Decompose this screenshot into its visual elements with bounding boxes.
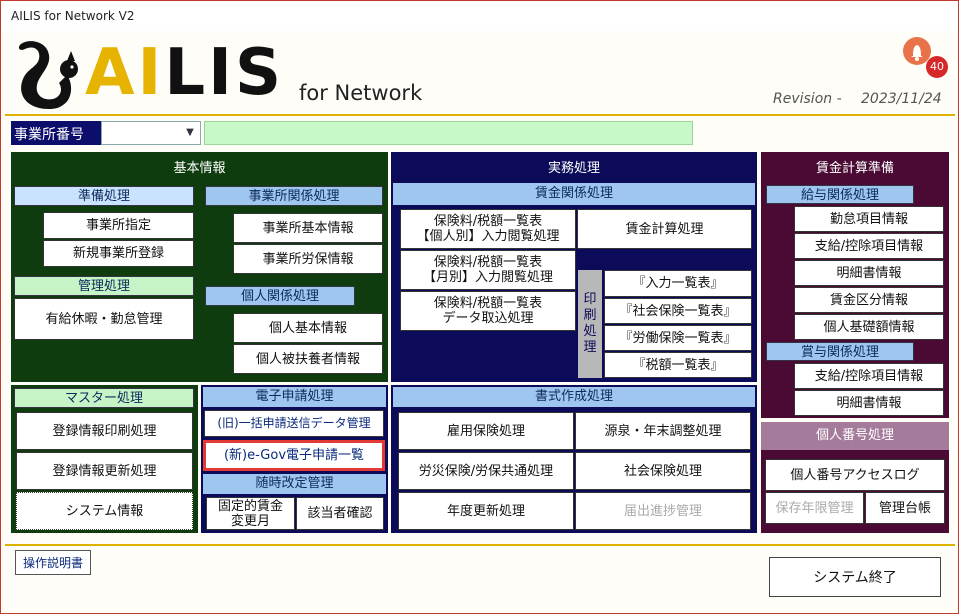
brand-subtitle: for Network (299, 81, 423, 105)
shikyu-koujo-button[interactable]: 支給/控除項目情報 (794, 233, 944, 259)
manual-button[interactable]: 操作説明書 (15, 550, 91, 575)
logo: AILIS for Network (15, 35, 435, 111)
kojin-fuyo-button[interactable]: 個人被扶養者情報 (233, 344, 383, 374)
system-info-button[interactable]: システム情報 (16, 492, 193, 530)
app-window: AILIS for Network V2 AILIS for Network 4… (0, 0, 959, 614)
mynumber-title: 個人番号処理 (761, 422, 949, 450)
hokenryo-kojin-button[interactable]: 保険料/税額一覧表 【個人別】入力閲覧処理 (400, 209, 576, 249)
touroku-koushin-button[interactable]: 登録情報更新処理 (16, 452, 193, 490)
system-exit-button[interactable]: システム終了 (769, 557, 941, 597)
kojin-kihon-button[interactable]: 個人基本情報 (233, 313, 383, 343)
kyuyo-title: 給与関係処理 (766, 185, 914, 204)
todokede-shinchoku-button[interactable]: 届出進捗管理 (575, 492, 751, 530)
notification-badge: 40 (926, 56, 948, 78)
mynumber-accesslog-button[interactable]: 個人番号アクセスログ (765, 459, 945, 491)
hokenryo-tsuki-button[interactable]: 保険料/税額一覧表 【月別】入力閲覧処理 (400, 250, 576, 290)
print-label: 印 刷 処 理 (578, 270, 602, 378)
koyou-hoken-button[interactable]: 雇用保険処理 (398, 412, 574, 450)
kanri-title: 管理処理 (14, 276, 194, 296)
kojin-title: 個人関係処理 (205, 286, 355, 306)
office-name-display (204, 121, 693, 145)
shoshiki-title: 書式作成処理 (393, 387, 755, 407)
chingin-keisan-button[interactable]: 賃金計算処理 (577, 209, 752, 249)
office-number-select[interactable]: ▼ (101, 121, 201, 145)
zuiji-title: 随時改定管理 (203, 474, 386, 494)
yukyu-kintai-button[interactable]: 有給休暇・勤怠管理 (14, 298, 194, 340)
shoyo-shikyu-button[interactable]: 支給/控除項目情報 (794, 363, 944, 389)
kintai-koumoku-button[interactable]: 勤怠項目情報 (794, 206, 944, 232)
print-shakai-button[interactable]: 『社会保険一覧表』 (604, 298, 752, 324)
print-roudou-button[interactable]: 『労働保険一覧表』 (604, 325, 752, 351)
revision-date: 2023/11/24 (861, 91, 942, 107)
office-number-label: 事業所番号 (11, 121, 101, 145)
jigyosho-rouho-button[interactable]: 事業所労保情報 (233, 244, 383, 274)
header-divider (5, 114, 955, 116)
notification-bell[interactable]: 40 (903, 37, 948, 78)
revision-label: Revision - (773, 91, 842, 107)
squirrel-icon (18, 41, 78, 110)
shakai-hoken-button[interactable]: 社会保険処理 (575, 452, 751, 490)
print-zeigaku-button[interactable]: 『税額一覧表』 (604, 352, 752, 378)
brand-name: AILIS (85, 36, 285, 110)
jimu-title: 実務処理 (547, 161, 600, 176)
touroku-insatsu-button[interactable]: 登録情報印刷処理 (16, 412, 193, 450)
junbi-title: 準備処理 (14, 186, 194, 206)
master-title: マスター処理 (14, 388, 194, 408)
hokenryo-torikomi-button[interactable]: 保険料/税額一覧表 データ取込処理 (400, 291, 576, 331)
shoyo-title: 賞与関係処理 (766, 342, 914, 361)
denshi-title: 電子申請処理 (203, 387, 386, 407)
old-ikkatsu-button[interactable]: (旧)一括申請送信データ管理 (204, 410, 384, 437)
gensen-nenmatsu-button[interactable]: 源泉・年末調整処理 (575, 412, 751, 450)
kihon-title: 基本情報 (173, 161, 226, 176)
nendo-koushin-button[interactable]: 年度更新処理 (398, 492, 574, 530)
chingin-title: 賃金関係処理 (393, 183, 755, 205)
jigyosho-shitei-button[interactable]: 事業所指定 (43, 212, 194, 239)
print-nyuryoku-button[interactable]: 『入力一覧表』 (604, 270, 752, 297)
meisaisho-button[interactable]: 明細書情報 (794, 260, 944, 286)
egov-shinsei-button[interactable]: (新)e-Gov電子申請一覧 (203, 440, 385, 471)
gaitousha-button[interactable]: 該当者確認 (296, 497, 384, 530)
jigyosho-kihon-button[interactable]: 事業所基本情報 (233, 213, 383, 243)
jigyosho-title: 事業所関係処理 (205, 186, 383, 206)
window-title: AILIS for Network V2 (1, 1, 958, 31)
shoyo-meisai-button[interactable]: 明細書情報 (794, 390, 944, 416)
kojin-kisogaku-button[interactable]: 個人基礎額情報 (794, 314, 944, 340)
footer-divider (5, 544, 955, 546)
hozon-nengen-button[interactable]: 保存年限管理 (765, 492, 864, 524)
chevron-down-icon: ▼ (186, 127, 194, 138)
chingin-kubun-button[interactable]: 賃金区分情報 (794, 287, 944, 313)
kanri-daicho-button[interactable]: 管理台帳 (865, 492, 945, 524)
kotei-chingin-button[interactable]: 固定的賃金 変更月 (206, 497, 295, 530)
shinki-jigyosho-button[interactable]: 新規事業所登録 (43, 240, 194, 267)
rousai-rouho-button[interactable]: 労災保険/労保共通処理 (398, 452, 574, 490)
junbi-calc-title: 賃金計算準備 (815, 161, 894, 176)
